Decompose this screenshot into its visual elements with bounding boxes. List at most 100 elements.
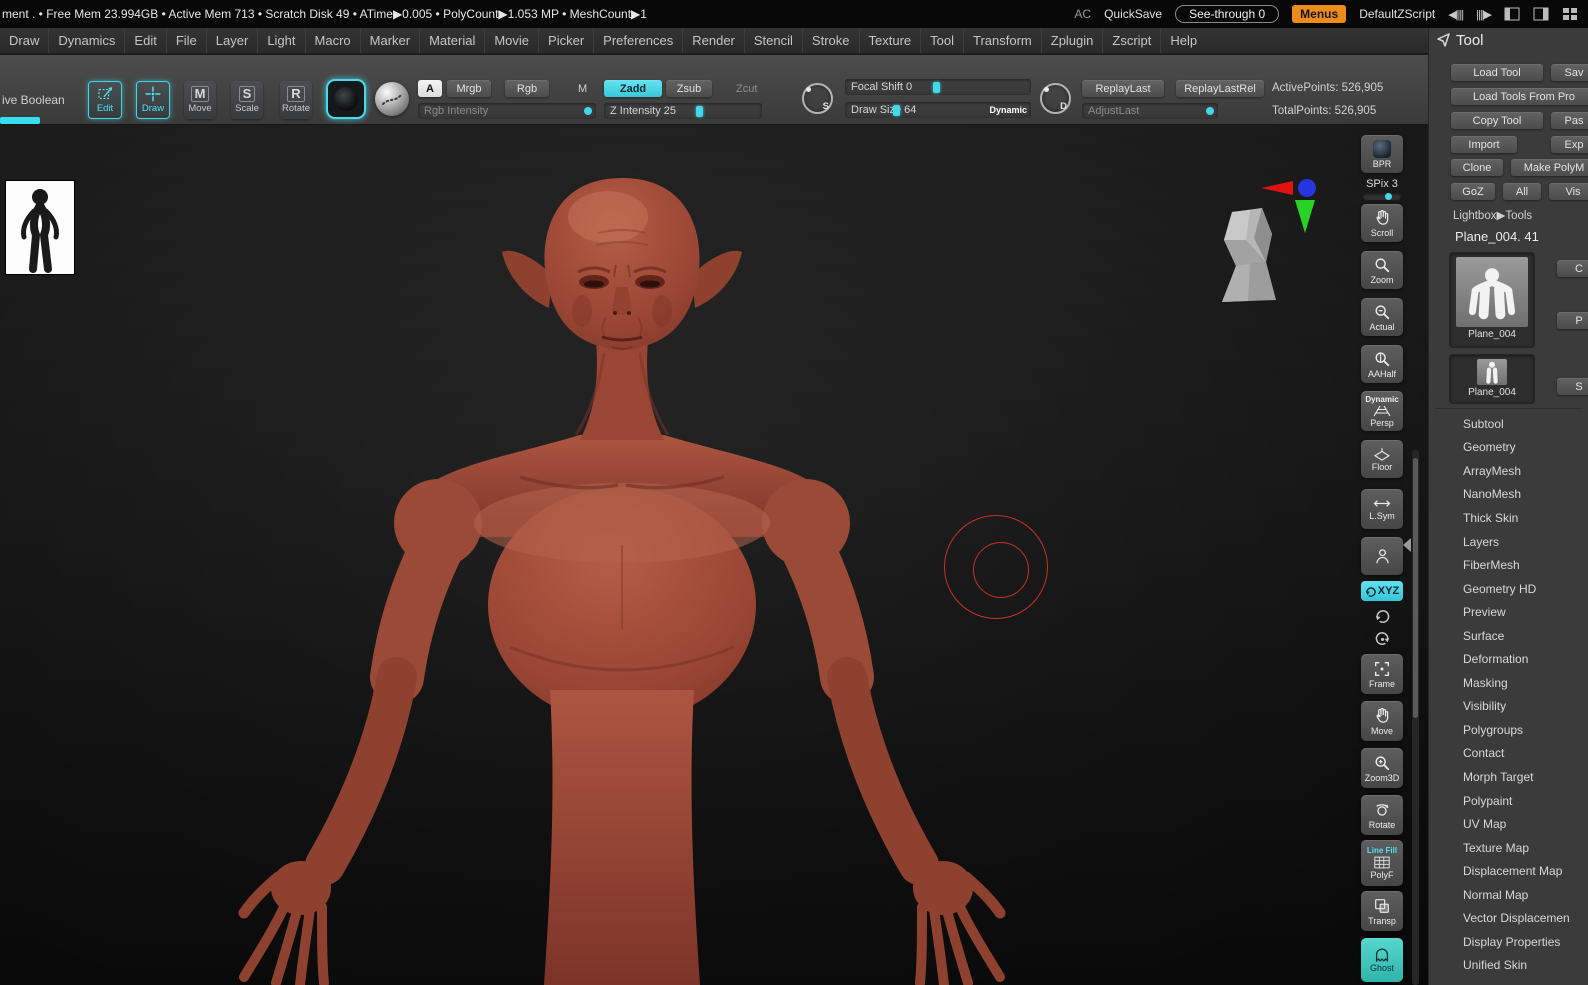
section-surface[interactable]: Surface	[1429, 624, 1588, 648]
section-visibility[interactable]: Visibility	[1429, 695, 1588, 719]
section-arraymesh[interactable]: ArrayMesh	[1429, 459, 1588, 483]
current-brush-button[interactable]	[326, 79, 366, 119]
menu-draw[interactable]: Draw	[0, 28, 48, 53]
import-button[interactable]: Import	[1451, 136, 1517, 153]
stroke-type-button[interactable]	[375, 82, 409, 116]
paste-tool-button[interactable]: Pas	[1551, 112, 1588, 129]
load-tools-from-project-button[interactable]: Load Tools From Pro	[1451, 88, 1588, 105]
spix-thumb[interactable]	[1385, 193, 1392, 200]
section-layers[interactable]: Layers	[1429, 530, 1588, 554]
section-unified-skin[interactable]: Unified Skin	[1429, 954, 1588, 978]
zadd-button[interactable]: Zadd	[604, 80, 662, 97]
transp-button[interactable]: Transp	[1361, 891, 1403, 931]
move-button[interactable]: M Move	[184, 81, 216, 119]
menu-zscript[interactable]: Zscript	[1102, 28, 1160, 53]
m-mode-button[interactable]: M	[578, 83, 587, 95]
panel-collapse-arrow[interactable]	[1403, 538, 1411, 552]
menu-preferences[interactable]: Preferences	[593, 28, 682, 53]
dock-right-icon[interactable]	[1533, 7, 1549, 21]
dynamic-persp-button[interactable]: Dynamic Persp	[1361, 391, 1403, 431]
save-as-button[interactable]: Sav	[1551, 64, 1588, 81]
section-uv-map[interactable]: UV Map	[1429, 812, 1588, 836]
scale-button[interactable]: S Scale	[231, 81, 263, 119]
cutoff-button-top[interactable]: C	[1557, 260, 1588, 277]
menu-picker[interactable]: Picker	[538, 28, 593, 53]
section-display-properties[interactable]: Display Properties	[1429, 930, 1588, 954]
draw-size-slider[interactable]: Draw Size 64 Dynamic	[845, 102, 1031, 118]
rotate-ccw-icon[interactable]	[1372, 606, 1392, 626]
menu-transform[interactable]: Transform	[963, 28, 1041, 53]
depth-knob[interactable]: D	[1040, 83, 1071, 114]
adjust-last-thumb[interactable]	[1206, 107, 1214, 115]
move-canvas-button[interactable]: Move	[1361, 701, 1403, 741]
camera-bust-preview[interactable]	[1210, 200, 1290, 315]
z-axis-ball-icon[interactable]	[1298, 179, 1316, 197]
zoom-button[interactable]: Zoom	[1361, 251, 1403, 289]
tray-right-arrows[interactable]: ||||▶	[1476, 8, 1491, 21]
zsub-button[interactable]: Zsub	[666, 80, 712, 97]
menu-light[interactable]: Light	[257, 28, 304, 53]
xyz-symmetry-button[interactable]: XYZ	[1361, 581, 1403, 601]
draw-size-thumb[interactable]	[893, 105, 900, 116]
replay-last-rel-button[interactable]: ReplayLastRel	[1176, 80, 1264, 97]
section-thick-skin[interactable]: Thick Skin	[1429, 506, 1588, 530]
section-polygroups[interactable]: Polygroups	[1429, 718, 1588, 742]
mrgb-button[interactable]: Mrgb	[447, 80, 491, 97]
section-contact[interactable]: Contact	[1429, 742, 1588, 766]
see-through-slider[interactable]: See-through 0	[1175, 5, 1279, 23]
menu-texture[interactable]: Texture	[859, 28, 921, 53]
menu-file[interactable]: File	[166, 28, 206, 53]
section-deformation[interactable]: Deformation	[1429, 647, 1588, 671]
dynamic-mode-label[interactable]: Dynamic	[989, 105, 1027, 115]
focal-shift-thumb[interactable]	[933, 82, 940, 93]
z-intensity-thumb[interactable]	[696, 106, 703, 117]
zcut-button[interactable]: Zcut	[736, 83, 757, 95]
lightbox-tools-link[interactable]: Lightbox▶Tools	[1453, 208, 1532, 222]
menu-edit[interactable]: Edit	[124, 28, 165, 53]
menu-marker[interactable]: Marker	[360, 28, 419, 53]
bpr-render-button[interactable]: BPR	[1361, 135, 1403, 173]
section-geometry[interactable]: Geometry	[1429, 436, 1588, 460]
quicksave-button[interactable]: QuickSave	[1104, 7, 1162, 21]
actual-size-button[interactable]: Actual	[1361, 298, 1403, 336]
menu-stroke[interactable]: Stroke	[802, 28, 859, 53]
active-tool-thumbnail[interactable]: Plane_004	[1449, 252, 1535, 348]
polyframe-button[interactable]: Line Fill PolyF	[1361, 840, 1403, 886]
dock-left-icon[interactable]	[1504, 7, 1520, 21]
rotate-button[interactable]: R Rotate	[280, 81, 312, 119]
section-masking[interactable]: Masking	[1429, 671, 1588, 695]
live-boolean-label[interactable]: ive Boolean	[2, 93, 65, 107]
section-nanomesh[interactable]: NanoMesh	[1429, 483, 1588, 507]
a-mode-button[interactable]: A	[418, 80, 442, 97]
frame-button[interactable]: Frame	[1361, 654, 1403, 694]
section-polypaint[interactable]: Polypaint	[1429, 789, 1588, 813]
cutoff-button-bottom[interactable]: S	[1557, 378, 1588, 395]
local-transform-button[interactable]	[1361, 537, 1403, 575]
y-axis-arrow-icon[interactable]	[1295, 200, 1315, 233]
z-intensity-slider[interactable]: Z Intensity 25	[604, 103, 762, 119]
section-subtool[interactable]: Subtool	[1429, 412, 1588, 436]
rotate-canvas-button[interactable]: Rotate	[1361, 795, 1403, 835]
panel-scrollbar-handle[interactable]	[1413, 458, 1418, 718]
aahalf-button[interactable]: AAHalf	[1361, 345, 1403, 383]
panel-scrollbar[interactable]	[1412, 450, 1419, 985]
menus-button[interactable]: Menus	[1292, 5, 1346, 23]
copy-tool-button[interactable]: Copy Tool	[1451, 112, 1543, 129]
section-preview[interactable]: Preview	[1429, 600, 1588, 624]
menu-render[interactable]: Render	[682, 28, 744, 53]
stroke-curvature-knob[interactable]: S	[802, 83, 833, 114]
section-normal-map[interactable]: Normal Map	[1429, 883, 1588, 907]
make-polymesh3d-button[interactable]: Make PolyM	[1511, 159, 1588, 176]
goz-button[interactable]: GoZ	[1451, 183, 1495, 200]
menu-layer[interactable]: Layer	[206, 28, 258, 53]
menu-stencil[interactable]: Stencil	[744, 28, 802, 53]
draw-button[interactable]: Draw	[136, 81, 170, 119]
export-button[interactable]: Exp	[1551, 136, 1588, 153]
rotate-cw-icon[interactable]	[1372, 628, 1392, 648]
ghost-button[interactable]: Ghost	[1361, 938, 1403, 982]
cutoff-button-mid[interactable]: P	[1557, 312, 1588, 329]
rgb-button[interactable]: Rgb	[505, 80, 549, 97]
menu-material[interactable]: Material	[419, 28, 484, 53]
load-tool-button[interactable]: Load Tool	[1451, 64, 1543, 81]
scroll-button[interactable]: Scroll	[1361, 204, 1403, 242]
